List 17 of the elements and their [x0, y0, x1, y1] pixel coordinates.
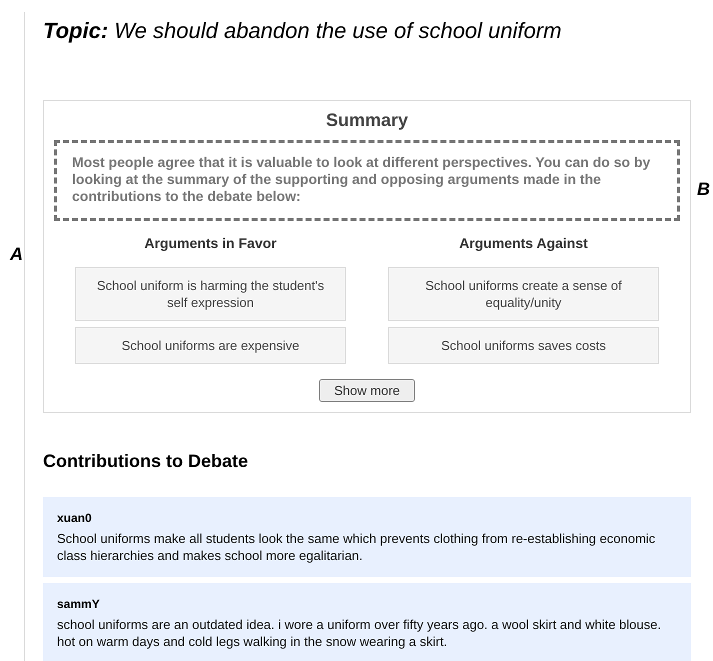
author-name: xuan0 [57, 511, 93, 525]
author-name: sammY [57, 597, 101, 611]
section-heading: Contributions to Debate [43, 451, 249, 472]
argument-card: School uniforms are expensive [75, 327, 346, 364]
contribution-text: school uniforms are an outdated idea. i wore a uniform over fifty years ago. a wool skirt and white blouse. hot on warm days and cold legs walking in the snow wearing a skirt. [57, 616, 662, 650]
side-label: B [697, 179, 710, 200]
argument-card: School uniforms saves costs [388, 327, 659, 364]
argument-card: School uniforms create a sense of equality/unity [388, 267, 659, 321]
column-heading: Arguments in Favor [143, 235, 278, 251]
side-label: A [10, 244, 23, 265]
summary-title: Summary [324, 110, 410, 131]
show-more-button[interactable]: Show more [319, 379, 415, 402]
contribution-text: School uniforms make all students look the same which prevents clothing from re-establishing economic class hierarchies and makes school more egalitarian. [57, 530, 656, 564]
summary-intro: Most people agree that it is valuable to look at different perspectives. You can do so by looking at the summary of the supporting and opposing arguments made in the contributions to the debate below: [54, 140, 680, 221]
column-heading: Arguments Against [458, 235, 589, 251]
argument-card: School uniform is harming the student's self expression [75, 267, 346, 321]
topic-heading: Topic: We should abandon the use of school uniform [43, 18, 563, 45]
